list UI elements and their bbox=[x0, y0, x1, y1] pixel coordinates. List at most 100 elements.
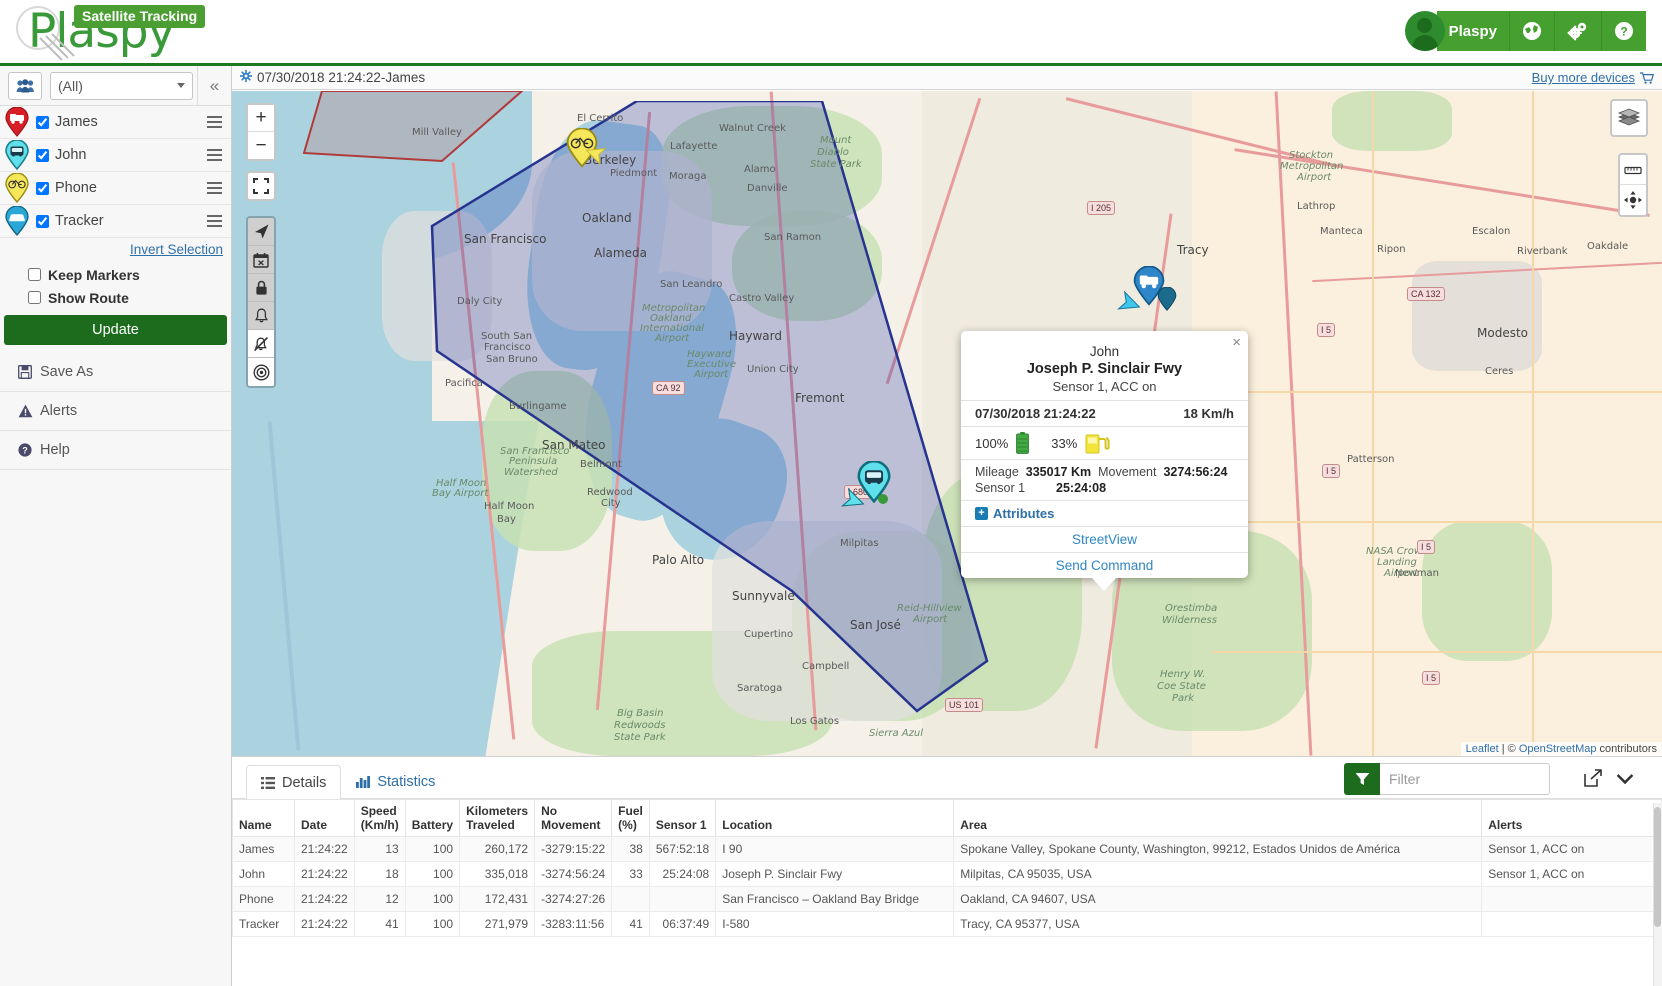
popup-send-command-link[interactable]: Send Command bbox=[961, 552, 1248, 578]
table-row[interactable]: John 21:24:22 18 100 335,018 -3274:56:24 33 25:… bbox=[232, 861, 1662, 887]
device-menu-tracker[interactable] bbox=[207, 212, 222, 230]
table-row[interactable]: Phone 21:24:22 12 100 172,431 -3274:27:26 San … bbox=[232, 886, 1662, 912]
map-tool-column bbox=[246, 216, 276, 388]
user-menu-button[interactable]: Plaspy bbox=[1436, 11, 1510, 51]
popup-streetview-link[interactable]: StreetView bbox=[961, 526, 1248, 552]
invert-selection-link[interactable]: Invert Selection bbox=[130, 242, 223, 257]
mute-alerts-button[interactable] bbox=[248, 330, 274, 358]
th-name[interactable]: Name bbox=[232, 799, 295, 837]
zoom-out-button[interactable]: − bbox=[248, 132, 274, 159]
tab-details[interactable]: Details bbox=[246, 765, 342, 799]
filter-button[interactable] bbox=[1344, 763, 1380, 795]
geofence-blue bbox=[430, 101, 989, 713]
th-sensor1[interactable]: Sensor 1 bbox=[648, 799, 717, 837]
th-km[interactable]: Kilometers Traveled bbox=[459, 799, 536, 837]
clear-history-button[interactable] bbox=[248, 246, 274, 274]
help-icon[interactable]: ? bbox=[1602, 11, 1646, 51]
ruler-icon bbox=[1624, 166, 1642, 174]
cell-sensor1 bbox=[648, 886, 717, 912]
export-icon[interactable] bbox=[1584, 769, 1602, 792]
cell-date: 21:24:22 bbox=[294, 911, 355, 937]
table-row[interactable]: Tracker 21:24:22 41 100 271,979 -3283:11:56 41… bbox=[232, 911, 1662, 937]
cell-date: 21:24:22 bbox=[294, 886, 355, 912]
th-date[interactable]: Date bbox=[294, 799, 355, 837]
popup-device-name: John bbox=[1089, 344, 1120, 359]
avatar[interactable] bbox=[1404, 11, 1445, 51]
logo[interactable]: Plaspy Satellite Tracking bbox=[8, 2, 268, 64]
map-layers-button[interactable] bbox=[1610, 99, 1648, 137]
show-route-row[interactable]: Show Route bbox=[0, 286, 231, 309]
th-area[interactable]: Area bbox=[953, 799, 1483, 837]
target-icon bbox=[252, 363, 270, 381]
osm-link[interactable]: OpenStreetMap bbox=[1519, 743, 1597, 755]
filter-input[interactable]: Filter bbox=[1380, 763, 1550, 795]
map-label: Big Basin bbox=[617, 708, 664, 719]
cell-location: I 90 bbox=[715, 836, 955, 862]
groups-button[interactable] bbox=[8, 71, 42, 100]
device-menu-john[interactable] bbox=[207, 146, 222, 164]
map-marker-tracker[interactable] bbox=[1156, 286, 1178, 316]
collapse-sidebar-button[interactable]: « bbox=[197, 65, 231, 106]
device-checkbox-james[interactable] bbox=[36, 115, 49, 129]
map-label: State Park bbox=[810, 159, 862, 170]
leaflet-link[interactable]: Leaflet bbox=[1466, 743, 1499, 755]
th-speed[interactable]: Speed (Km/h) bbox=[353, 799, 406, 837]
group-select-value: (All) bbox=[58, 77, 83, 94]
map-label: Ripon bbox=[1377, 244, 1406, 255]
map-label: Mount bbox=[820, 135, 852, 146]
th-no-movement[interactable]: No Movement bbox=[534, 799, 613, 837]
measure-ruler-button[interactable] bbox=[1620, 155, 1646, 185]
th-label: Speed bbox=[360, 804, 397, 818]
lock-button[interactable] bbox=[248, 274, 274, 302]
pan-move-button[interactable] bbox=[1620, 185, 1646, 215]
table-row[interactable]: James 21:24:22 13 100 260,172 -3279:15:22 38 56… bbox=[232, 836, 1662, 862]
device-menu-james[interactable] bbox=[207, 113, 222, 131]
sidebar-item-alerts[interactable]: Alerts bbox=[0, 392, 231, 431]
fullscreen-button[interactable] bbox=[246, 171, 276, 201]
th-alerts[interactable]: Alerts bbox=[1481, 799, 1662, 837]
cell-area: Tracy, CA 95377, USA bbox=[953, 911, 1483, 937]
show-route-checkbox[interactable] bbox=[28, 291, 41, 304]
device-checkbox-phone[interactable] bbox=[36, 181, 49, 195]
map-label: Palo Alto bbox=[652, 553, 705, 567]
tab-statistics[interactable]: Statistics bbox=[341, 764, 450, 798]
update-button[interactable]: Update bbox=[4, 315, 227, 345]
popup-stats-grid: Mileage 335017 Km Movement 3274:56:24 Se… bbox=[961, 459, 1248, 500]
center-target-button[interactable] bbox=[248, 358, 274, 386]
map-label: Fremont bbox=[795, 391, 845, 405]
popup-battery-pct: 100% bbox=[975, 435, 1009, 451]
map-label: Oakdale bbox=[1587, 241, 1629, 252]
buy-more-devices-link[interactable]: Buy more devices bbox=[1532, 70, 1654, 85]
th-label: Kilometers bbox=[466, 804, 529, 818]
navigate-button[interactable] bbox=[248, 218, 274, 246]
globe-icon[interactable] bbox=[1510, 11, 1555, 51]
keep-markers-row[interactable]: Keep Markers bbox=[0, 263, 231, 286]
sidebar-item-john[interactable]: John bbox=[0, 139, 231, 172]
map-label: El Cerrito bbox=[577, 113, 624, 124]
device-checkbox-tracker[interactable] bbox=[36, 214, 49, 228]
gears-icon[interactable] bbox=[1555, 11, 1602, 51]
sidebar-item-help[interactable]: ? Help bbox=[0, 431, 231, 470]
device-menu-phone[interactable] bbox=[207, 179, 222, 197]
close-icon[interactable]: × bbox=[1232, 335, 1241, 350]
gear-icon[interactable] bbox=[240, 70, 252, 85]
table-scrollbar-thumb[interactable] bbox=[1654, 807, 1661, 927]
map-canvas[interactable]: El Cerrito Mill Valley Walnut Creek Mount Di… bbox=[232, 91, 1662, 756]
popup-mileage-label: Mileage bbox=[975, 465, 1019, 479]
sidebar-item-tracker[interactable]: Tracker bbox=[0, 205, 231, 238]
popup-attributes-toggle[interactable]: + Attributes bbox=[961, 500, 1248, 526]
th-location[interactable]: Location bbox=[715, 799, 955, 837]
device-checkbox-john[interactable] bbox=[36, 148, 49, 162]
map-label: Oakland bbox=[582, 211, 632, 225]
details-table: Name Date Speed (Km/h) Battery Kilometers… bbox=[232, 799, 1662, 937]
alerts-bell-button[interactable] bbox=[248, 302, 274, 330]
group-select[interactable]: (All) bbox=[50, 71, 193, 100]
chevron-down-icon[interactable] bbox=[1616, 772, 1634, 790]
sidebar-item-phone[interactable]: Phone bbox=[0, 172, 231, 205]
sidebar-item-james[interactable]: James bbox=[0, 106, 231, 139]
sidebar-item-save-as[interactable]: Save As bbox=[0, 353, 231, 392]
keep-markers-checkbox[interactable] bbox=[28, 268, 41, 281]
th-battery[interactable]: Battery bbox=[404, 799, 461, 837]
zoom-in-button[interactable]: + bbox=[248, 105, 274, 132]
th-fuel[interactable]: Fuel (%) bbox=[611, 799, 650, 837]
